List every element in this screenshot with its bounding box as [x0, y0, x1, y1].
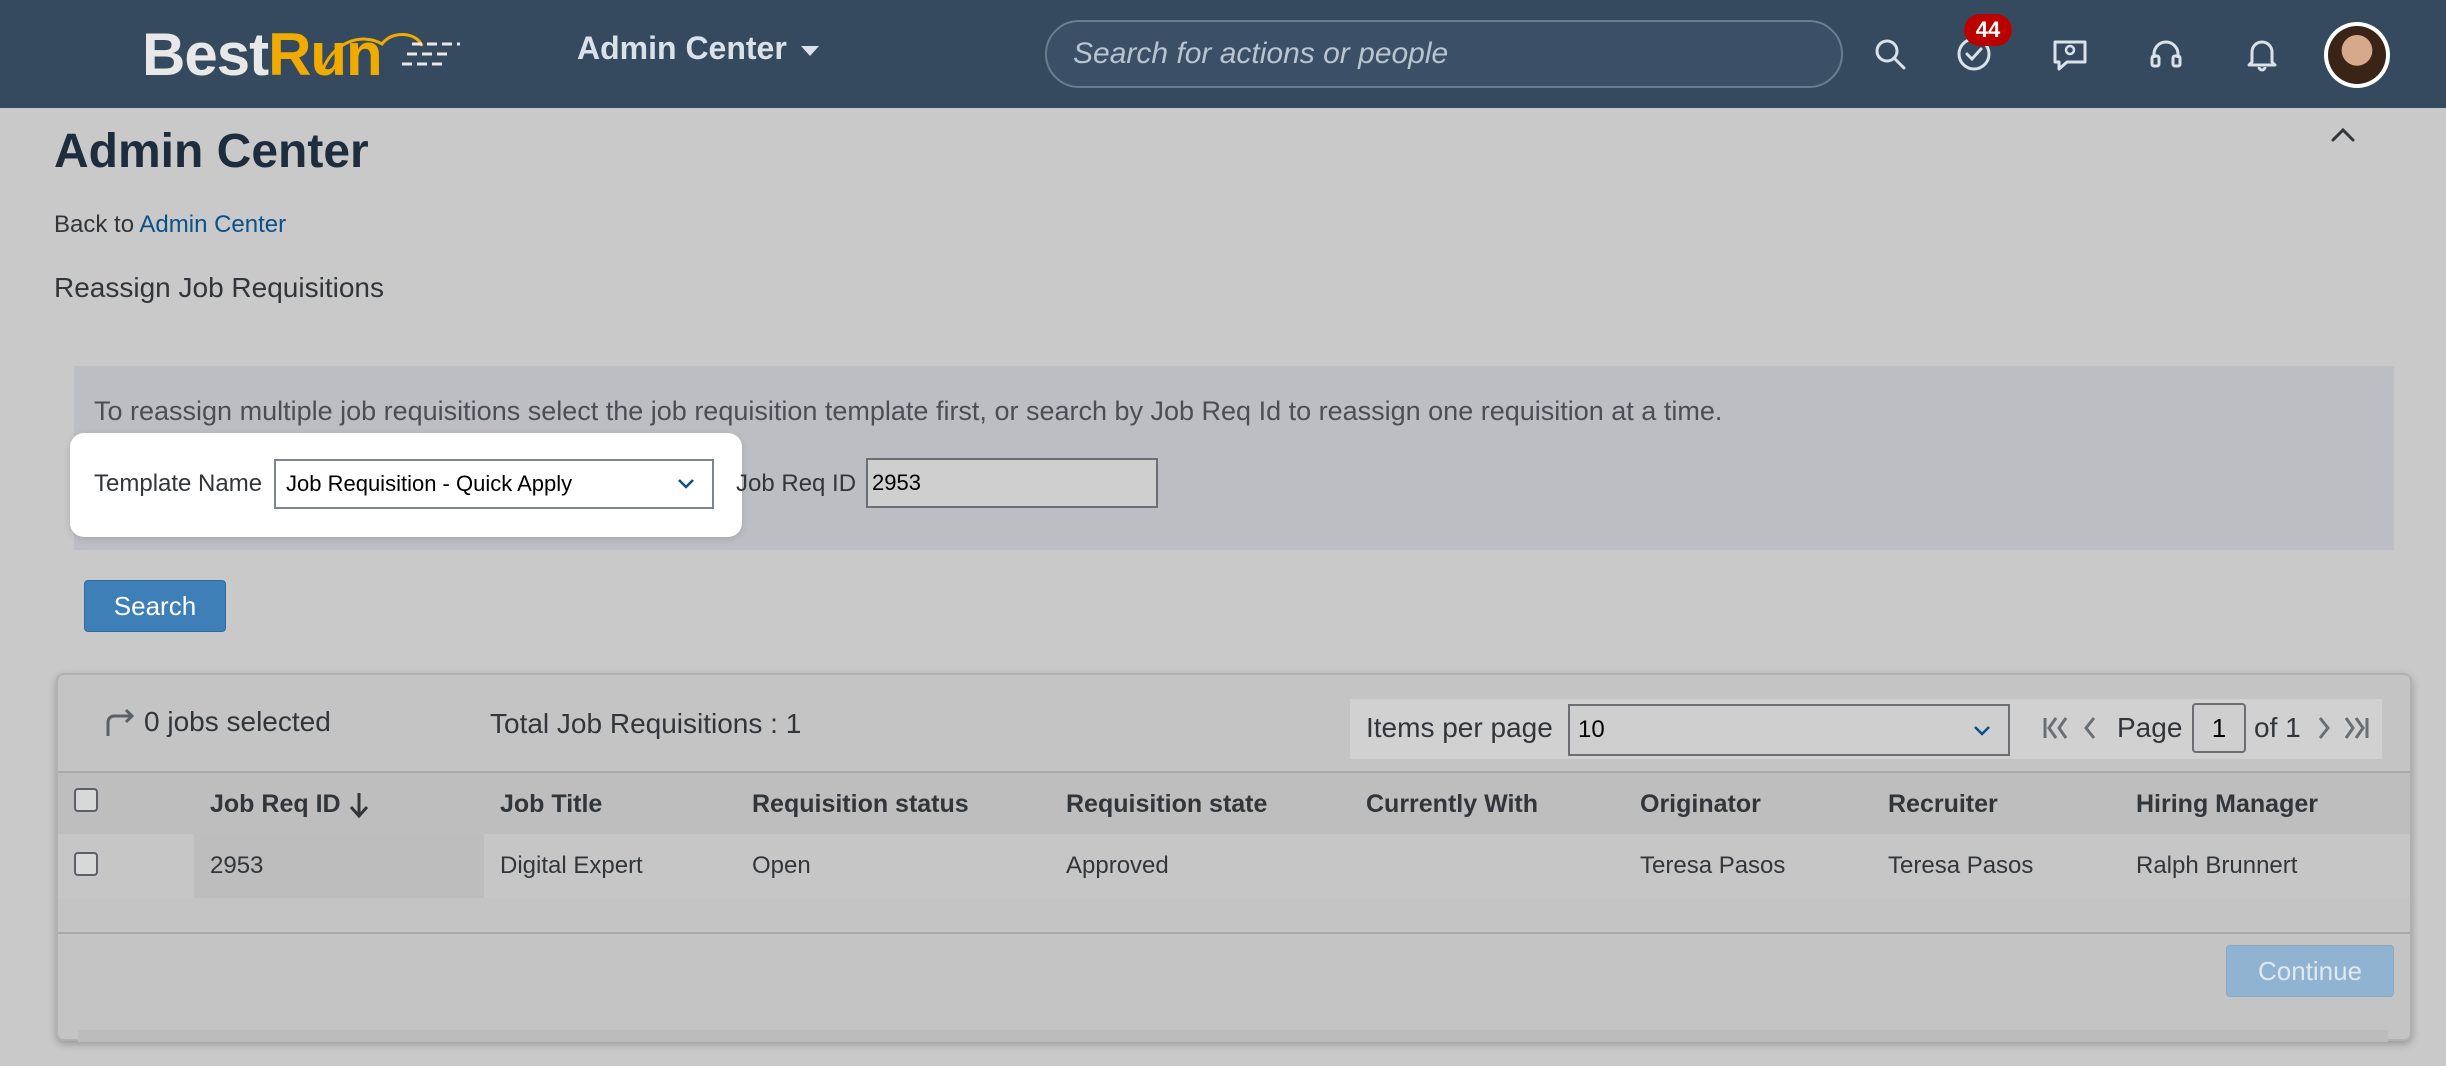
previous-page-icon[interactable]: [2074, 712, 2106, 744]
chevron-down-icon: [678, 479, 694, 489]
logo-cloud-icon: [320, 33, 460, 73]
headset-icon[interactable]: [2142, 30, 2190, 78]
first-page-icon[interactable]: [2040, 712, 2072, 744]
job-req-id-label: Job Req ID: [736, 470, 857, 497]
column-originator[interactable]: Originator: [1640, 790, 1761, 819]
last-page-icon[interactable]: [2340, 712, 2372, 744]
template-name-label: Template Name: [94, 470, 263, 497]
page-total-label: of 1: [2254, 712, 2301, 743]
row-checkbox[interactable]: [74, 852, 98, 876]
admin-center-menu[interactable]: Admin Center: [577, 30, 819, 67]
table-divider: [58, 932, 2410, 934]
next-page-icon[interactable]: [2308, 712, 2340, 744]
page-number-input[interactable]: [2192, 703, 2246, 753]
cell-hiring-manager: Ralph Brunnert: [2136, 852, 2298, 879]
cell-job-req-id[interactable]: 2953: [210, 852, 263, 880]
continue-button[interactable]: Continue: [2226, 945, 2394, 997]
column-job-title[interactable]: Job Title: [500, 790, 602, 819]
column-requisition-state[interactable]: Requisition state: [1066, 790, 1267, 819]
results-panel-footer: [78, 1030, 2388, 1042]
chevron-down-icon: [1974, 726, 1990, 736]
column-hiring-manager[interactable]: Hiring Manager: [2136, 790, 2318, 819]
job-req-id-input[interactable]: [866, 458, 1158, 508]
column-currently-with[interactable]: Currently With: [1366, 790, 1538, 819]
global-search: [1045, 20, 1843, 88]
shell-bar: BestRun Admin Center 44: [0, 0, 2446, 108]
caret-down-icon: [800, 45, 819, 56]
cell-requisition-status: Open: [752, 852, 811, 879]
notification-badge: 44: [1964, 14, 2012, 46]
column-job-req-id-label: Job Req ID: [210, 790, 341, 818]
back-to-admin-center-link[interactable]: Admin Center: [139, 211, 286, 238]
cell-originator: Teresa Pasos: [1640, 852, 1786, 879]
company-logo[interactable]: Best Run: [142, 21, 460, 88]
items-per-page-select[interactable]: 10: [1568, 704, 2010, 756]
page-label: Page: [2117, 712, 2183, 743]
items-per-page-value: 10: [1578, 716, 1605, 743]
cell-recruiter: Teresa Pasos: [1888, 852, 2034, 879]
undo-arrow-icon[interactable]: [100, 706, 136, 738]
user-avatar[interactable]: [2324, 22, 2390, 88]
selection-summary: 0 jobs selected: [100, 706, 331, 738]
search-icon[interactable]: [1866, 30, 1914, 78]
sort-descending-icon: [349, 793, 368, 819]
admin-center-menu-label: Admin Center: [577, 30, 787, 66]
total-requisitions: Total Job Requisitions : 1: [490, 708, 802, 739]
template-name-select[interactable]: Job Requisition - Quick Apply: [274, 459, 714, 509]
page-subtitle: Reassign Job Requisitions: [54, 272, 384, 303]
collapse-header-button[interactable]: [2325, 120, 2361, 150]
column-requisition-status[interactable]: Requisition status: [752, 790, 969, 819]
items-per-page-label: Items per page: [1366, 712, 1553, 743]
back-prefix: Back to: [54, 211, 135, 238]
bell-icon[interactable]: [2238, 30, 2286, 78]
page-title: Admin Center: [54, 125, 369, 178]
column-job-req-id[interactable]: Job Req ID: [210, 790, 370, 819]
cell-requisition-state: Approved: [1066, 852, 1169, 879]
avatar-photo: [2328, 26, 2386, 84]
people-chat-icon[interactable]: [2046, 30, 2094, 78]
back-navigation: Back to Admin Center: [54, 211, 286, 239]
column-recruiter[interactable]: Recruiter: [1888, 790, 1998, 819]
global-search-input[interactable]: [1047, 22, 1841, 86]
jobs-selected-text: 0 jobs selected: [144, 706, 331, 737]
instructions-text: To reassign multiple job requisitions se…: [94, 396, 1723, 426]
search-button[interactable]: Search: [84, 580, 226, 632]
logo-text-best: Best: [142, 21, 269, 88]
select-all-checkbox[interactable]: [74, 788, 98, 812]
template-name-value: Job Requisition - Quick Apply: [286, 471, 573, 496]
cell-job-title: Digital Expert: [500, 852, 643, 879]
